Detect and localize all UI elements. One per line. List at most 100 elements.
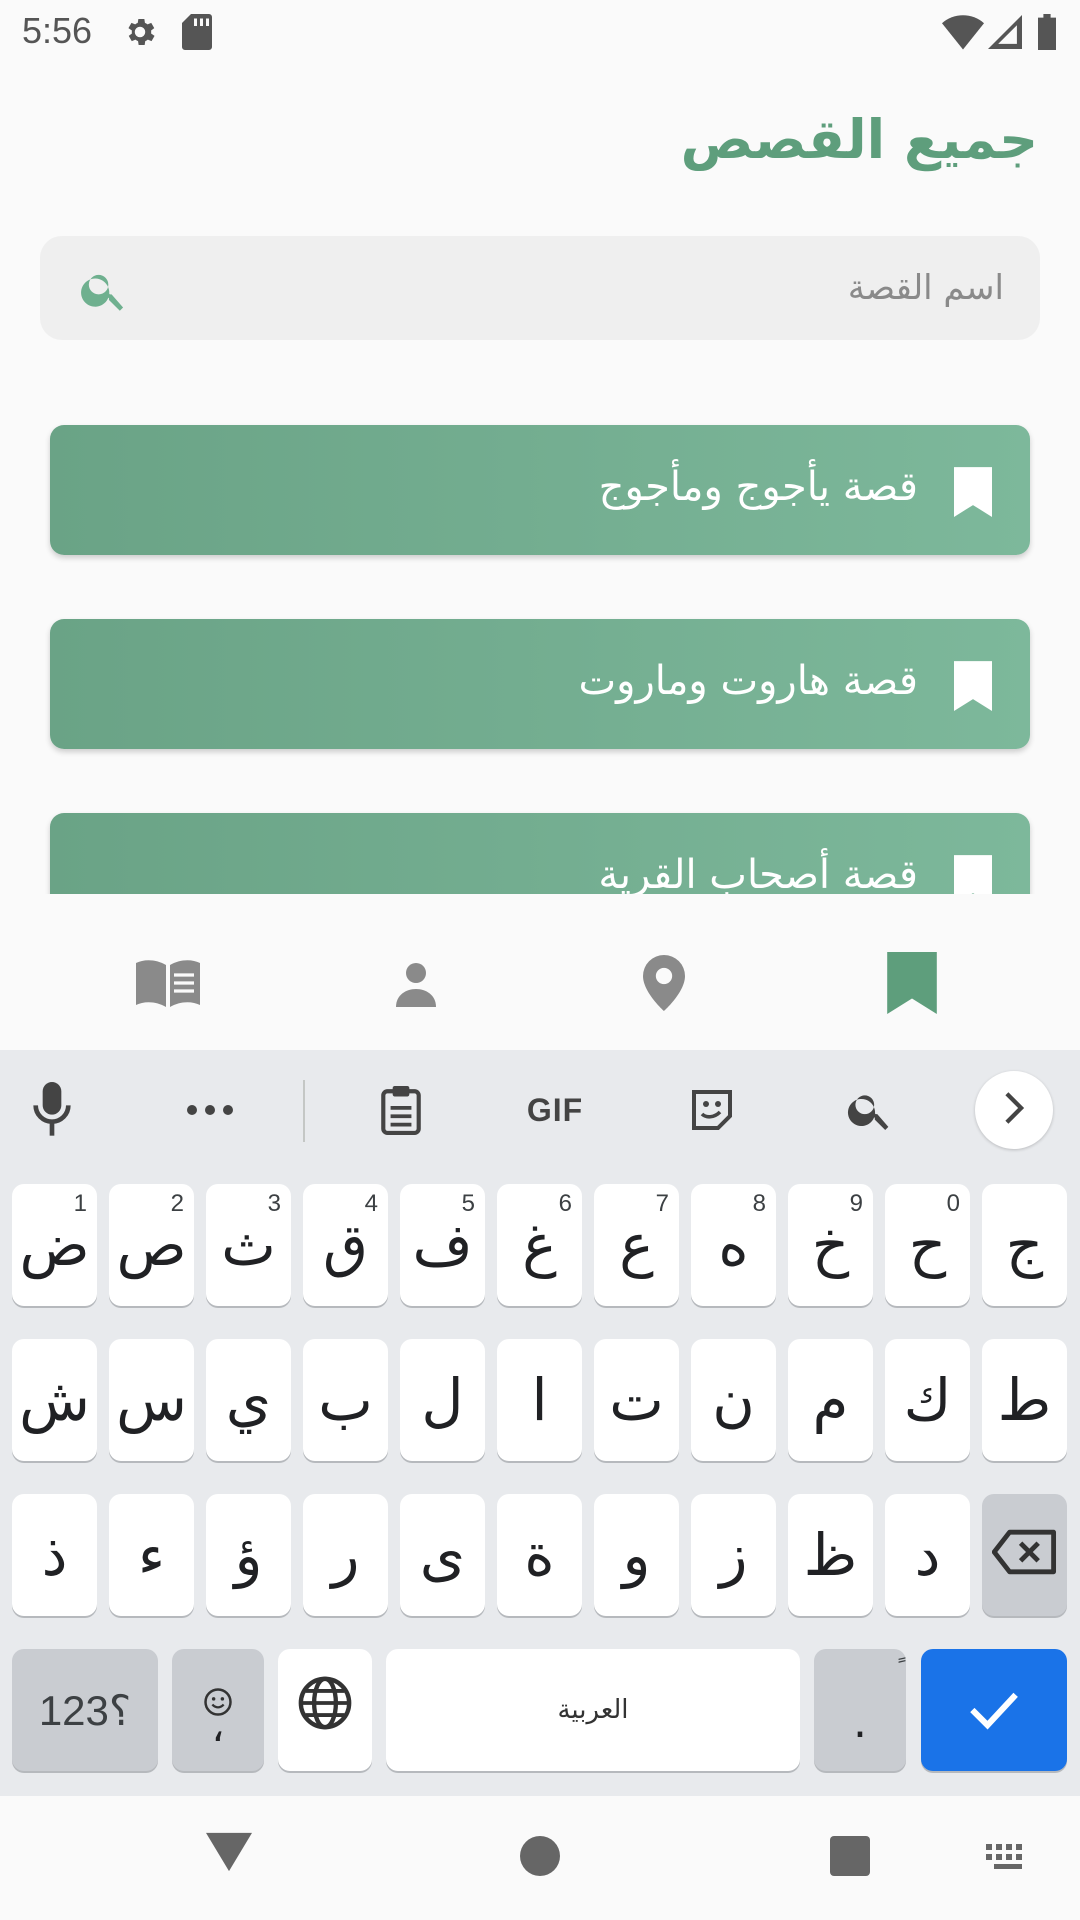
enter-key[interactable] [921,1649,1067,1771]
key-hint: 6 [558,1190,572,1217]
period-label: . [853,1697,867,1748]
key[interactable]: ر [303,1494,388,1616]
toolbar-expand-button[interactable] [975,1071,1053,1149]
key-hint: 0 [946,1190,960,1217]
key-char: ن [712,1366,755,1434]
key-hint: 2 [170,1190,184,1217]
key[interactable]: ق4 [303,1184,388,1306]
key-char: س [116,1366,187,1434]
key-char: خ [811,1211,850,1279]
gif-button[interactable]: GIF [510,1080,600,1140]
space-key[interactable]: العربية [386,1649,800,1771]
back-icon[interactable] [206,1832,252,1872]
story-title: قصة هاروت وماروت [578,658,918,704]
keyboard-toolbar: GIF [0,1050,1080,1170]
key[interactable]: ب [303,1339,388,1461]
keyboard: GIF ض1 ص2 ث3 ق4 ف5 غ6 ع7 ه8 خ9 ح0 ج ش س … [0,1050,1080,1796]
nav-location-icon[interactable] [624,948,704,1018]
key[interactable]: د [885,1494,970,1616]
symbols-key[interactable]: ؟123 [12,1649,158,1771]
home-icon[interactable] [520,1836,560,1876]
gif-label: GIF [526,1091,584,1128]
key-char: ي [225,1366,272,1434]
key[interactable]: ذ [12,1494,97,1616]
more-icon[interactable] [180,1080,240,1140]
key[interactable]: ج [982,1184,1067,1306]
space-label: العربية [557,1695,629,1725]
search-input[interactable] [184,236,1004,340]
key-char: م [812,1366,849,1434]
key[interactable]: و [594,1494,679,1616]
key[interactable]: ء [109,1494,194,1616]
key-char: ج [1005,1211,1044,1279]
language-key[interactable] [278,1649,372,1771]
key[interactable]: غ6 [497,1184,582,1306]
key[interactable]: ي [206,1339,291,1461]
clipboard-icon[interactable] [371,1080,431,1140]
key[interactable]: ة [497,1494,582,1616]
sticker-icon[interactable] [682,1080,742,1140]
key[interactable]: ز [691,1494,776,1616]
key-char: ع [619,1211,654,1279]
key-hint: 1 [73,1190,87,1217]
key[interactable]: ش [12,1339,97,1461]
key-char: ق [322,1211,368,1279]
key[interactable]: ه8 [691,1184,776,1306]
search-icon[interactable] [78,264,130,316]
toolbar-divider [303,1080,305,1142]
key-char: ح [908,1211,947,1279]
nav-book-icon[interactable] [128,948,208,1018]
key[interactable]: ى [400,1494,485,1616]
backspace-key[interactable] [982,1494,1067,1616]
bookmark-icon[interactable] [954,661,992,711]
key[interactable]: م [788,1339,873,1461]
key-char: ر [331,1521,360,1589]
key[interactable]: ؤ [206,1494,291,1616]
bookmark-icon[interactable] [954,855,992,894]
key[interactable]: ض1 [12,1184,97,1306]
story-card[interactable]: قصة أصحاب القرية [50,813,1030,894]
emoji-comma-key[interactable]: ، [172,1649,264,1771]
key[interactable]: ا [497,1339,582,1461]
period-key[interactable]: . ً [814,1649,906,1771]
search-box[interactable] [40,236,1040,340]
signal-icon [988,14,1022,54]
story-title: قصة أصحاب القرية [598,852,918,894]
key[interactable]: ث3 [206,1184,291,1306]
key-char: ك [903,1366,952,1434]
bookmark-icon[interactable] [954,467,992,517]
key[interactable]: س [109,1339,194,1461]
symbols-label: ؟123 [38,1686,132,1734]
recents-icon[interactable] [830,1836,870,1876]
key[interactable]: ع7 [594,1184,679,1306]
story-card[interactable]: قصة يأجوج ومأجوج [50,425,1030,555]
key[interactable]: ن [691,1339,776,1461]
key-hint: 9 [849,1190,863,1217]
nav-bookmark-icon[interactable] [872,948,952,1018]
key[interactable]: خ9 [788,1184,873,1306]
microphone-icon[interactable] [22,1080,82,1140]
key[interactable]: ت [594,1339,679,1461]
key-char: ء [137,1521,166,1589]
key-char: ص [116,1211,187,1279]
bottom-nav [0,920,1080,1050]
key-hint: 7 [655,1190,669,1217]
story-list[interactable]: قصة يأجوج ومأجوج قصة هاروت وماروت قصة أص… [0,400,1080,894]
key[interactable]: ص2 [109,1184,194,1306]
key-char: ى [419,1521,466,1589]
key[interactable]: ظ [788,1494,873,1616]
key[interactable]: ك [885,1339,970,1461]
key[interactable]: ح0 [885,1184,970,1306]
key-char: ث [221,1211,276,1279]
key[interactable]: ل [400,1339,485,1461]
key-char: و [622,1521,651,1589]
settings-icon [122,14,158,54]
keyboard-switch-icon[interactable] [986,1844,1030,1870]
key-char: ط [997,1366,1052,1434]
key[interactable]: ط [982,1339,1067,1461]
keyboard-search-icon[interactable] [840,1080,900,1140]
key[interactable]: ف5 [400,1184,485,1306]
story-card[interactable]: قصة هاروت وماروت [50,619,1030,749]
key-char: ل [421,1366,464,1434]
nav-person-icon[interactable] [376,948,456,1018]
